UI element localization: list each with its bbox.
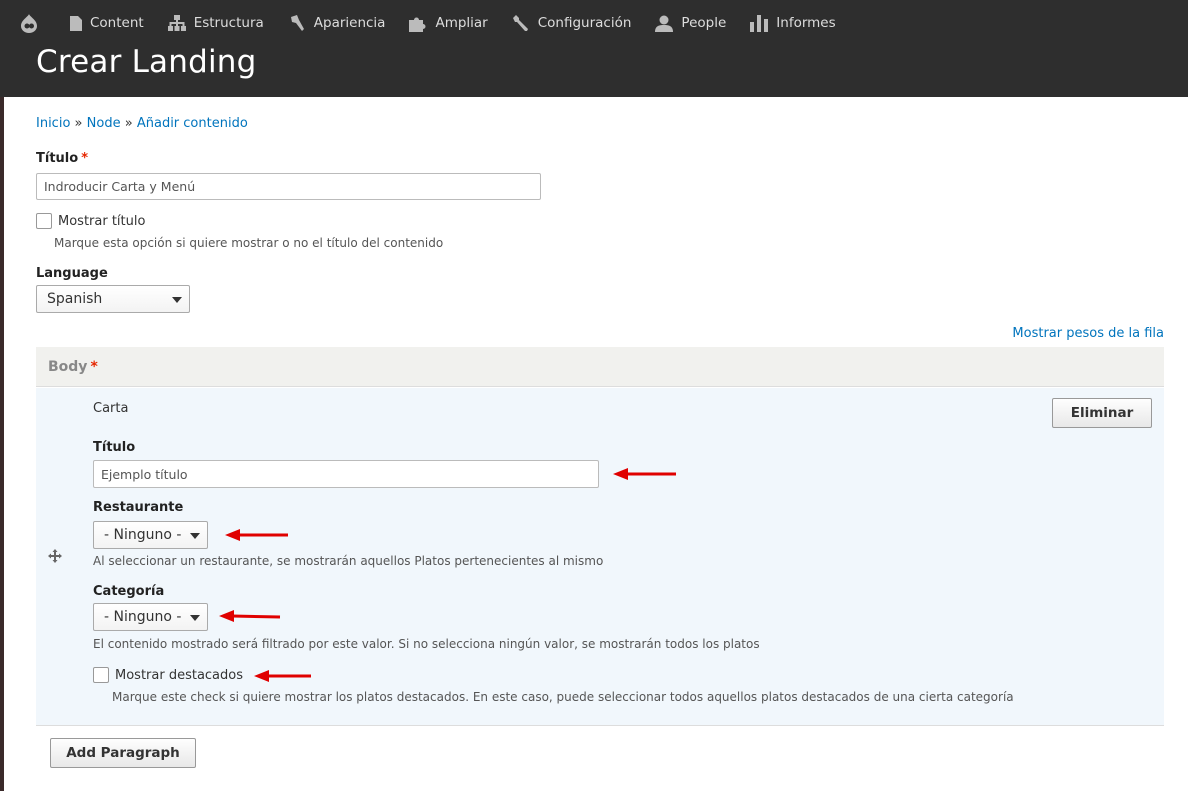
toolbar-label: People [681,15,727,31]
toolbar-label: Estructura [193,15,264,31]
show-title-label: Mostrar título [58,213,146,229]
show-title-checkbox[interactable] [36,213,52,229]
admin-header: Content Estructura Apariencia Ampliar Co… [0,0,1188,97]
breadcrumb-link-node[interactable]: Node [87,116,121,131]
wrench-icon [512,15,528,31]
destacados-label: Mostrar destacados [115,667,244,683]
content-icon [70,15,82,31]
admin-toolbar: Content Estructura Apariencia Ampliar Co… [0,0,848,46]
categoria-label: Categoría [93,584,165,599]
language-select[interactable]: Spanish [36,285,190,313]
categoria-description: El contenido mostrado será filtrado por … [93,637,760,651]
breadcrumb-link-inicio[interactable]: Inicio [36,116,70,131]
body-label: Body [48,358,88,375]
paragraph-title-input[interactable]: Ejemplo título [93,460,599,488]
title-input[interactable]: Indroducir Carta y Menú [36,173,541,200]
paragraph-type-label: Carta [93,401,129,416]
categoria-select-value: - Ninguno - [104,609,182,625]
annotation-arrow-icon [225,529,288,541]
toolbar-item-people[interactable]: People [643,0,738,46]
toolbar-item-ampliar[interactable]: Ampliar [397,0,499,46]
drupal-logo-icon[interactable] [0,0,58,46]
breadcrumb-separator: » [74,116,83,131]
destacados-checkbox[interactable] [93,667,109,683]
show-title-description: Marque esta opción si quiere mostrar o n… [54,236,444,250]
toolbar-item-apariencia[interactable]: Apariencia [276,0,398,46]
categoria-select[interactable]: - Ninguno - [93,603,208,631]
restaurante-description: Al seleccionar un restaurante, se mostra… [93,554,604,568]
chevron-down-icon [190,533,200,539]
structure-icon [167,15,186,31]
breadcrumb-link-anadir[interactable]: Añadir contenido [137,116,248,131]
people-icon [655,15,674,32]
annotation-arrow-icon [219,610,281,622]
extend-icon [409,17,426,32]
breadcrumb: Inicio » Node » Añadir contenido [36,116,248,131]
remove-button[interactable]: Eliminar [1052,398,1152,428]
add-paragraph-button[interactable]: Add Paragraph [50,738,196,768]
toolbar-label: Content [90,15,144,31]
drag-handle-icon[interactable] [48,549,62,563]
reports-icon [750,14,769,32]
toolbar-label: Configuración [537,15,632,31]
title-label: Título * [36,151,88,166]
appearance-icon [290,15,304,31]
annotation-arrow-icon [254,670,311,682]
restaurante-label: Restaurante [93,500,184,515]
toolbar-item-configuracion[interactable]: Configuración [500,0,644,46]
toolbar-item-informes[interactable]: Informes [738,0,847,46]
paragraph-title-label: Título [93,440,136,455]
body-field-header: Body * [36,347,1164,387]
destacados-description: Marque este check si quiere mostrar los … [112,690,1014,704]
chevron-down-icon [190,615,200,621]
toolbar-label: Informes [776,15,836,31]
annotation-arrow-icon [613,468,676,480]
page-title: Crear Landing [36,44,257,80]
left-border [0,0,4,791]
chevron-down-icon [172,297,182,303]
language-label: Language [36,266,108,281]
title-label-text: Título [36,151,79,166]
toolbar-label: Ampliar [435,15,488,31]
language-select-value: Spanish [47,291,103,307]
destacados-row: Mostrar destacados [93,667,243,683]
show-title-row: Mostrar título [36,213,145,229]
breadcrumb-separator: » [124,116,133,131]
toolbar-label: Apariencia [313,15,386,31]
row-weights-link[interactable]: Mostrar pesos de la fila [1012,326,1164,341]
required-marker: * [90,358,98,375]
restaurante-select-value: - Ninguno - [104,527,182,543]
toolbar-item-content[interactable]: Content [58,0,156,46]
required-marker: * [81,151,88,166]
toolbar-item-estructura[interactable]: Estructura [156,0,276,46]
restaurante-select[interactable]: - Ninguno - [93,521,208,549]
